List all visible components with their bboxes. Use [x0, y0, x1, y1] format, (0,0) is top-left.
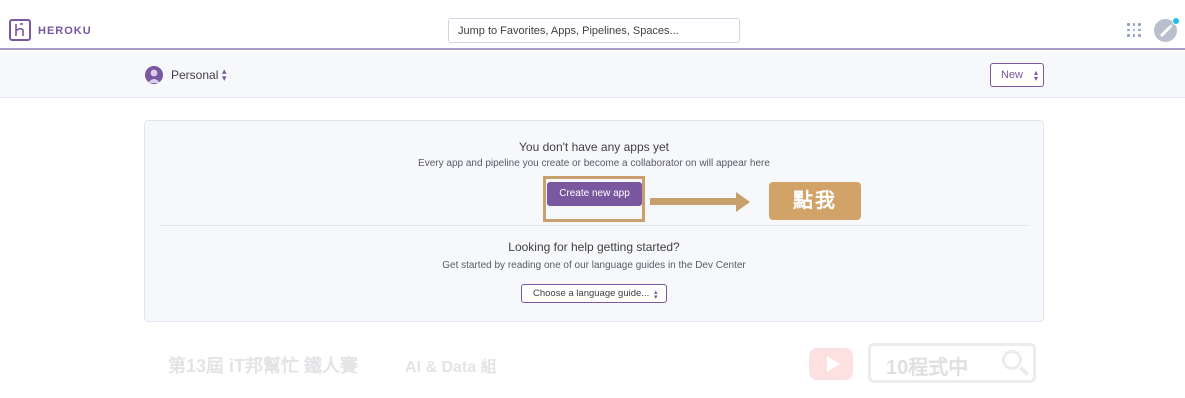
- language-guide-label: Choose a language guide...: [533, 288, 650, 299]
- play-icon: [827, 356, 840, 372]
- search-input[interactable]: Jump to Favorites, Apps, Pipelines, Spac…: [448, 18, 740, 43]
- top-navbar: HEROKU Jump to Favorites, Apps, Pipeline…: [0, 0, 1185, 50]
- chevron-updown-icon[interactable]: ▴ ▾: [222, 67, 227, 83]
- notification-dot: [1172, 17, 1180, 25]
- annotation-arrow: [650, 198, 738, 205]
- annotation-arrow-head-icon: [736, 192, 750, 212]
- empty-state-title: You don't have any apps yet: [519, 140, 669, 154]
- account-bar: Personal ▴ ▾ New ▴ ▾: [0, 52, 1185, 98]
- new-chevron-icon: ▴ ▾: [1034, 68, 1039, 83]
- watermark-event: 第13屆 iT邦幫忙 鐵人賽: [168, 356, 359, 376]
- language-guide-select[interactable]: Choose a language guide...: [521, 284, 667, 303]
- empty-apps-panel: You don't have any apps yet Every app an…: [144, 120, 1044, 322]
- help-title: Looking for help getting started?: [508, 240, 680, 254]
- click-me-label: 點我: [769, 182, 861, 220]
- language-chevron-icon: ▴ ▾: [654, 289, 658, 301]
- divider: [160, 225, 1029, 226]
- account-switcher-label[interactable]: Personal: [171, 68, 218, 82]
- heroku-logo-text[interactable]: HEROKU: [38, 25, 92, 37]
- create-new-app-button[interactable]: Create new app: [547, 182, 642, 206]
- watermark-search-text: 10程式中: [886, 357, 969, 379]
- empty-state-subtitle: Every app and pipeline you create or bec…: [418, 158, 770, 169]
- personal-avatar-icon[interactable]: [145, 66, 163, 84]
- apps-grid-icon[interactable]: [1127, 23, 1141, 37]
- watermark-group: AI & Data 組: [405, 359, 497, 376]
- help-subtitle: Get started by reading one of our langua…: [442, 260, 746, 271]
- new-button-label: New: [1001, 69, 1024, 81]
- heroku-logo-icon[interactable]: [9, 19, 31, 41]
